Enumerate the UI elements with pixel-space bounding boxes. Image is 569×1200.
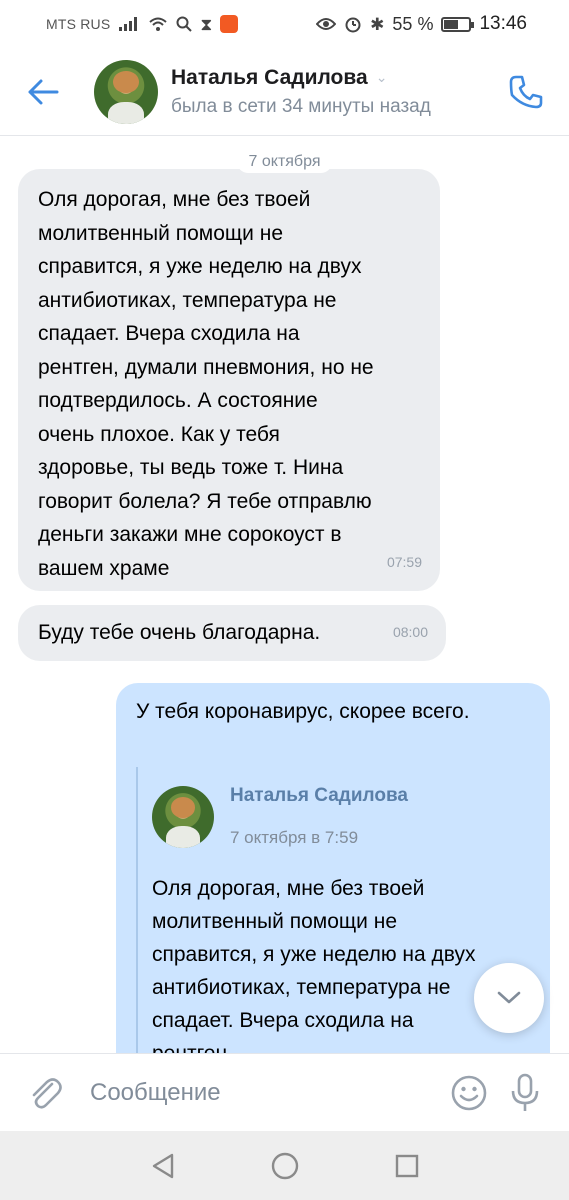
circle-home-icon [271,1152,298,1179]
quoted-date: 7 октября в 7:59 [230,827,359,847]
status-bar: MTS RUS ⧗ ✱ 55 % 13:46 [0,0,569,48]
battery-icon [441,16,475,32]
contact-name-text: Наталья Садилова [171,65,368,89]
message-text: Буду тебе очень благодарна. [38,621,321,644]
call-button[interactable] [491,48,561,136]
phone-icon [509,75,543,108]
voice-message-button[interactable] [497,1054,553,1132]
status-time: 13:46 [479,13,527,34]
message-time: 07:59 [386,553,422,570]
attach-button[interactable] [0,1054,90,1132]
chat-header: Наталья Садилова ⌄ была в сети 34 минуты… [0,48,569,136]
microphone-icon [511,1073,539,1111]
chevron-down-icon [497,991,521,1004]
wifi-icon [149,17,168,31]
contact-avatar[interactable] [94,59,158,124]
emoji-button[interactable] [441,1054,497,1132]
incoming-message[interactable]: Оля дорогая, мне без твоей молитвенный п… [18,169,440,591]
composer [0,1053,569,1131]
battery-percent: 55 % [392,13,434,34]
message-text: Оля дорогая, мне без твоей молитвенный п… [38,188,374,580]
search-icon [176,16,193,32]
app-notification-icon [220,15,239,33]
date-separator: 7 октября [236,151,333,173]
triangle-back-icon [152,1153,173,1178]
back-button[interactable] [0,48,86,136]
contact-name[interactable]: Наталья Садилова ⌄ [171,66,491,90]
square-recents-icon [395,1154,418,1177]
nav-back-button[interactable] [145,1148,181,1184]
quoted-header: Наталья Садилова 7 октября в 7:59 [152,779,536,854]
status-right: ✱ 55 % 13:46 [316,13,527,35]
system-nav-bar [0,1131,569,1200]
message-time: 08:00 [392,623,428,640]
status-left: MTS RUS ⧗ [46,14,239,34]
bluetooth-icon: ✱ [370,14,385,34]
signal-icon [119,17,138,31]
quoted-text: Оля дорогая, мне без твоей молитвенный п… [152,877,476,1053]
nav-home-button[interactable] [267,1148,303,1184]
back-arrow-icon [28,79,59,104]
message-text: У тебя коронавирус, скорее всего. [136,700,470,723]
message-input[interactable] [90,1067,441,1118]
quoted-author: Наталья Садилова [230,785,408,806]
eye-icon [316,18,337,30]
quoted-meta: Наталья Садилова 7 октября в 7:59 [230,779,408,854]
scroll-down-button[interactable] [474,963,544,1033]
alarm-icon [345,17,361,33]
emoji-icon [451,1075,487,1110]
carrier-label: MTS RUS [46,16,111,32]
nav-recents-button[interactable] [389,1148,425,1184]
contact-info[interactable]: Наталья Садилова ⌄ была в сети 34 минуты… [171,66,491,118]
chevron-down-icon: ⌄ [375,69,388,85]
hourglass-icon: ⧗ [200,14,213,34]
incoming-message[interactable]: Буду тебе очень благодарна. 08:00 [18,605,446,661]
quoted-avatar [152,785,214,848]
paperclip-icon [32,1077,62,1109]
chat-area[interactable]: 7 октября Оля дорогая, мне без твоей мол… [0,137,569,1053]
battery-fill [444,19,458,29]
contact-status: была в сети 34 минуты назад [171,95,431,117]
